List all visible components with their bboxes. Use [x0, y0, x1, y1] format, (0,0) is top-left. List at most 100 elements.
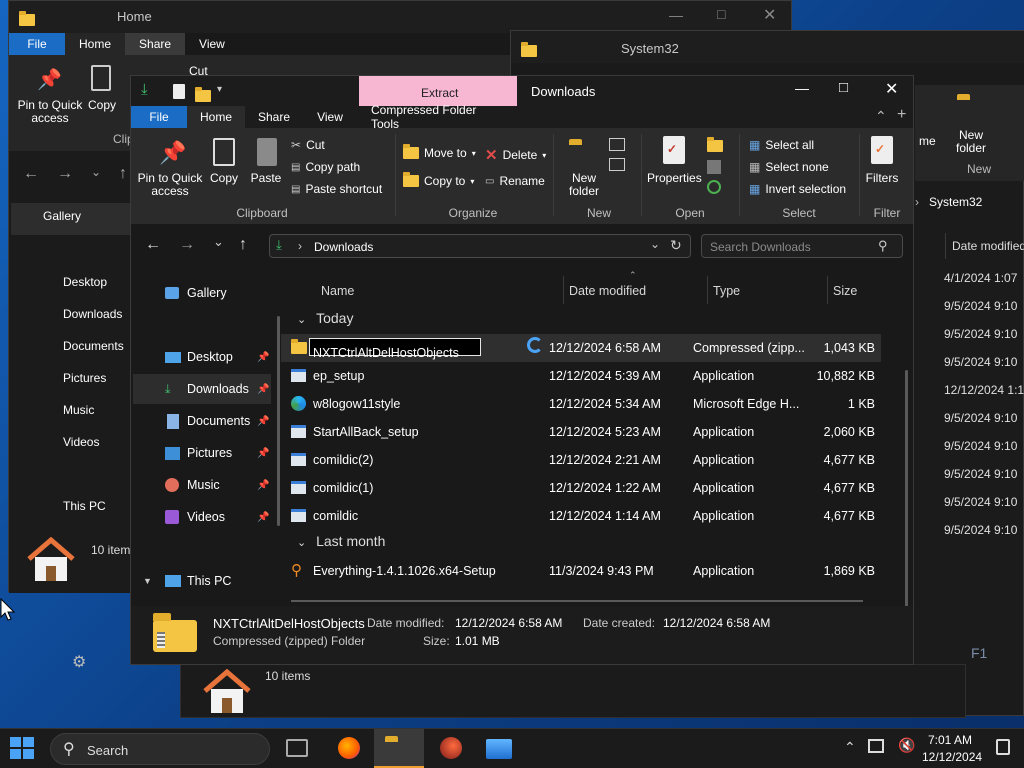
- file-row[interactable]: NXTCtrlAltDelHostObjects 12/12/2024 6:58 …: [281, 334, 881, 362]
- gallery-nav-item[interactable]: Gallery: [43, 209, 81, 223]
- nav-this-pc[interactable]: ▼ This PC: [131, 566, 271, 596]
- address-dropdown-icon[interactable]: ⌄: [650, 237, 660, 251]
- cut-button[interactable]: ✂ Cut: [291, 138, 325, 152]
- copy-path-button[interactable]: ▤ Copy path: [291, 160, 360, 174]
- file-row[interactable]: w8logow11style 12/12/2024 5:34 AM Microsof…: [281, 390, 881, 418]
- copy-button[interactable]: Copy: [209, 172, 239, 185]
- file-row[interactable]: StartAllBack_setup 12/12/2024 5:23 AM Appl…: [281, 418, 881, 446]
- group-header-last-month[interactable]: ⌄ Last month: [297, 533, 385, 555]
- file-row[interactable]: comildic(2) 12/12/2024 2:21 AM Application…: [281, 446, 881, 474]
- column-header-type[interactable]: Type: [713, 284, 740, 298]
- rename-field[interactable]: NXTCtrlAltDelHostObjects: [309, 338, 481, 360]
- nav-documents[interactable]: Documents 📌: [131, 406, 271, 436]
- documents-nav-item[interactable]: Documents: [63, 339, 124, 353]
- search-input[interactable]: Search Downloads: [710, 240, 811, 254]
- maximize-button[interactable]: □: [839, 79, 848, 96]
- close-button[interactable]: ✕: [763, 5, 776, 25]
- edit-icon[interactable]: [707, 160, 721, 174]
- rename-input[interactable]: NXTCtrlAltDelHostObjects: [313, 346, 459, 360]
- select-none-button[interactable]: ▦ Select none: [749, 160, 829, 174]
- new-item-icon[interactable]: [609, 138, 625, 151]
- firefox-icon[interactable]: [338, 737, 360, 759]
- collapse-ribbon-icon[interactable]: ⌃: [875, 108, 887, 125]
- filters-button[interactable]: Filters: [863, 172, 901, 185]
- tab-home[interactable]: Home: [187, 106, 245, 128]
- desktop-nav-item[interactable]: Desktop: [63, 275, 107, 289]
- pin-icon[interactable]: 📌: [257, 448, 269, 459]
- nav-gallery[interactable]: Gallery: [131, 278, 271, 308]
- delete-button[interactable]: ✕ Delete ▾: [485, 146, 546, 164]
- tab-file[interactable]: File: [131, 106, 187, 128]
- file-row[interactable]: comildic(1) 12/12/2024 1:22 AM Application…: [281, 474, 881, 502]
- photos-icon[interactable]: [486, 739, 512, 759]
- easy-access-icon[interactable]: [609, 158, 625, 171]
- music-nav-item[interactable]: Music: [63, 403, 94, 417]
- title-bar[interactable]: ⤓ ▾ Extract Downloads — □ ✕: [131, 76, 913, 106]
- title-bar[interactable]: Home — □ ✕: [9, 1, 791, 33]
- videos-nav-item[interactable]: Videos: [63, 435, 99, 449]
- tab-share[interactable]: Share: [245, 106, 303, 128]
- breadcrumb[interactable]: › System32: [915, 191, 1024, 213]
- address-bar[interactable]: ⤓ › Downloads ⌄ ↻: [269, 234, 691, 258]
- tab-view[interactable]: View: [303, 106, 357, 128]
- pin-icon[interactable]: 📌: [257, 384, 269, 395]
- forward-button[interactable]: →: [179, 236, 195, 254]
- maximize-button[interactable]: □: [717, 6, 725, 22]
- file-row[interactable]: comildic 12/12/2024 1:14 AM Application 4,6…: [281, 502, 881, 530]
- column-header-name[interactable]: Name: [321, 284, 354, 298]
- clock-date[interactable]: 12/12/2024: [922, 750, 982, 764]
- file-explorer-taskbar-button[interactable]: [374, 729, 424, 768]
- new-folder-button[interactable]: New folder: [563, 172, 605, 198]
- tab-compressed-folder-tools[interactable]: Compressed Folder Tools: [357, 103, 517, 131]
- chevron-down-icon[interactable]: ▼: [143, 576, 152, 586]
- network-icon[interactable]: [868, 739, 884, 753]
- nav-downloads[interactable]: ⤓ Downloads 📌: [133, 374, 271, 404]
- pin-icon[interactable]: 📌: [257, 352, 269, 363]
- notifications-icon[interactable]: [996, 739, 1010, 755]
- search-box[interactable]: Search Downloads ⚲: [701, 234, 903, 258]
- list-scrollbar[interactable]: [905, 370, 908, 630]
- task-view-icon[interactable]: [286, 739, 308, 757]
- rename-button[interactable]: ▭ Rename: [485, 174, 545, 188]
- recent-icon[interactable]: ⌄: [91, 165, 101, 179]
- minimize-button[interactable]: —: [795, 80, 809, 96]
- quick-access-dropdown-icon[interactable]: ▾: [217, 84, 222, 95]
- pin-to-quick-access-button[interactable]: Pin to Quick access: [13, 99, 87, 125]
- paste-shortcut-button[interactable]: ▤ Paste shortcut: [291, 182, 382, 196]
- title-bar[interactable]: System32: [511, 31, 1024, 63]
- nav-videos[interactable]: Videos 📌: [131, 502, 271, 532]
- recent-locations-button[interactable]: ⌄: [213, 234, 224, 250]
- copy-to-button[interactable]: Copy to ▾: [403, 172, 474, 188]
- history-icon[interactable]: [707, 180, 721, 194]
- back-icon[interactable]: ←: [23, 165, 39, 183]
- up-icon[interactable]: ↑: [119, 165, 127, 183]
- volume-muted-icon[interactable]: 🔇: [898, 737, 915, 754]
- tab-view[interactable]: View: [185, 33, 239, 55]
- up-button[interactable]: ↑: [239, 236, 247, 254]
- file-row[interactable]: ⚲ Everything-1.4.1.1026.x64-Setup 11/3/202…: [281, 557, 881, 585]
- move-to-button[interactable]: Move to ▾: [403, 144, 476, 160]
- group-header-today[interactable]: ⌄ Today: [297, 310, 353, 332]
- pin-icon[interactable]: 📌: [257, 480, 269, 491]
- this-pc-nav-item[interactable]: This PC: [63, 499, 106, 513]
- tab-home[interactable]: Home: [65, 33, 126, 55]
- nav-scrollbar[interactable]: [277, 316, 280, 526]
- refresh-icon[interactable]: ↻: [670, 237, 682, 254]
- start-button[interactable]: [10, 737, 36, 761]
- pin-icon[interactable]: 📌: [257, 416, 269, 427]
- explorer-downloads-window[interactable]: ⤓ ▾ Extract Downloads — □ ✕ File Home Sh…: [130, 75, 914, 665]
- open-icon[interactable]: [707, 136, 723, 152]
- new-folder-button[interactable]: New folder: [951, 129, 991, 155]
- app-icon[interactable]: [440, 737, 462, 759]
- column-header-date[interactable]: Date modified: [945, 233, 1024, 259]
- tab-share[interactable]: Share: [125, 33, 186, 55]
- pin-to-quick-access-button[interactable]: Pin to Quick access: [135, 172, 205, 198]
- copy-button[interactable]: Copy: [87, 99, 117, 112]
- close-button[interactable]: ✕: [885, 79, 898, 99]
- forward-icon[interactable]: →: [57, 165, 73, 183]
- column-header-date[interactable]: Date modified: [569, 284, 646, 298]
- pin-icon[interactable]: 📌: [257, 512, 269, 523]
- downloads-nav-item[interactable]: Downloads: [63, 307, 122, 321]
- pictures-nav-item[interactable]: Pictures: [63, 371, 106, 385]
- back-button[interactable]: ←: [145, 236, 161, 254]
